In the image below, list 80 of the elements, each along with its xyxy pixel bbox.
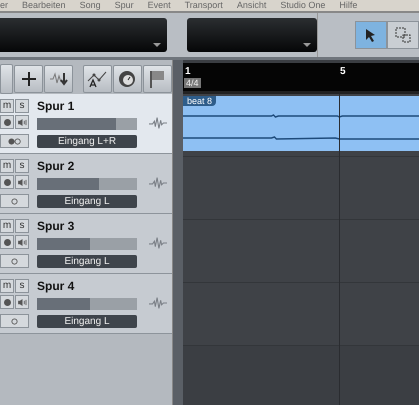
solo-button[interactable]: s bbox=[15, 279, 29, 293]
menu-item[interactable]: Studio One bbox=[280, 1, 326, 10]
caret-icon bbox=[303, 43, 311, 47]
track-header[interactable]: m s Spur 3 Eingang L bbox=[0, 214, 172, 274]
mute-button[interactable]: m bbox=[0, 159, 14, 173]
speaker-icon bbox=[18, 118, 26, 126]
waveform-down-icon[interactable] bbox=[44, 64, 74, 92]
volume-slider[interactable] bbox=[37, 178, 137, 190]
speaker-button[interactable] bbox=[15, 295, 29, 309]
record-button[interactable] bbox=[0, 235, 14, 249]
mute-button[interactable]: m bbox=[0, 279, 14, 293]
track-name: Spur 1 bbox=[37, 99, 76, 115]
waveform-icon bbox=[149, 116, 167, 130]
circle-icon bbox=[11, 258, 18, 264]
menu-item[interactable]: er bbox=[0, 1, 8, 10]
circle-icon bbox=[11, 198, 18, 204]
monitor-button[interactable] bbox=[0, 314, 29, 328]
track-name: Spur 3 bbox=[37, 219, 76, 235]
menu-item[interactable]: Spur bbox=[114, 1, 134, 10]
arrow-tool-button[interactable] bbox=[355, 21, 387, 49]
speaker-button[interactable] bbox=[15, 235, 29, 249]
volume-slider[interactable] bbox=[37, 238, 137, 250]
track-header[interactable]: m s Spur 2 Eingang L bbox=[0, 154, 172, 214]
track-lane[interactable] bbox=[183, 283, 419, 346]
monitor-button[interactable] bbox=[0, 254, 29, 268]
record-icon bbox=[4, 238, 10, 246]
dashed-squares-icon bbox=[395, 27, 411, 43]
input-selector[interactable]: Eingang L bbox=[37, 315, 137, 328]
record-icon bbox=[4, 178, 10, 186]
volume-slider[interactable] bbox=[37, 298, 137, 310]
monitor-button[interactable] bbox=[0, 194, 29, 208]
stereo-circles-icon bbox=[8, 138, 22, 144]
waveform-icon bbox=[149, 176, 167, 190]
menu-item[interactable]: Hilfe bbox=[339, 1, 358, 10]
clip-name: beat 8 bbox=[183, 96, 216, 106]
menu-item[interactable]: Transport bbox=[184, 1, 223, 10]
solo-button[interactable]: s bbox=[15, 219, 29, 233]
record-button[interactable] bbox=[0, 115, 14, 129]
track-name: Spur 2 bbox=[37, 159, 76, 175]
menu-item[interactable]: Song bbox=[80, 1, 101, 10]
track-lane[interactable] bbox=[183, 157, 419, 220]
speaker-icon bbox=[18, 178, 26, 186]
record-button[interactable] bbox=[0, 175, 14, 189]
add-icon[interactable] bbox=[14, 64, 44, 92]
speaker-button[interactable] bbox=[15, 115, 29, 129]
solo-button[interactable]: s bbox=[15, 99, 29, 113]
speaker-button[interactable] bbox=[15, 175, 29, 189]
mute-button[interactable]: m bbox=[0, 219, 14, 233]
record-button[interactable] bbox=[0, 295, 14, 309]
record-icon bbox=[4, 118, 10, 126]
flag-icon[interactable] bbox=[142, 64, 172, 92]
waveform-icon bbox=[149, 296, 167, 310]
waveform-icon bbox=[149, 236, 167, 250]
range-tool-button[interactable] bbox=[387, 21, 419, 49]
time-signature: 4/4 bbox=[184, 78, 201, 88]
automation-icon[interactable] bbox=[82, 64, 112, 92]
circle-icon bbox=[11, 318, 18, 324]
track-lane[interactable] bbox=[183, 220, 419, 283]
record-icon bbox=[4, 298, 10, 306]
mute-button[interactable]: m bbox=[0, 99, 14, 113]
caret-icon bbox=[153, 43, 161, 47]
track-header[interactable]: m s Spur 1 Eingang L+R bbox=[0, 94, 172, 154]
monitor-button[interactable] bbox=[0, 134, 29, 148]
metronome-icon[interactable] bbox=[112, 64, 142, 92]
menu-item[interactable]: Bearbeiten bbox=[22, 1, 66, 10]
input-selector[interactable]: Eingang L bbox=[37, 195, 137, 208]
bar-number: 5 bbox=[340, 66, 346, 77]
menu-item[interactable]: Event bbox=[148, 1, 171, 10]
timeline-ruler[interactable]: 1 5 4/4 bbox=[183, 63, 419, 94]
input-selector[interactable]: Eingang L bbox=[37, 255, 137, 268]
speaker-icon bbox=[18, 298, 26, 306]
bar-number: 1 bbox=[185, 66, 191, 77]
track-header[interactable]: m s Spur 4 Eingang L bbox=[0, 274, 172, 334]
arrow-icon bbox=[365, 28, 377, 42]
menu-item[interactable]: Ansicht bbox=[236, 1, 266, 10]
input-selector[interactable]: Eingang L+R bbox=[37, 135, 137, 148]
speaker-icon bbox=[18, 238, 26, 246]
solo-button[interactable]: s bbox=[15, 159, 29, 173]
track-name: Spur 4 bbox=[37, 279, 76, 295]
volume-slider[interactable] bbox=[37, 118, 137, 130]
